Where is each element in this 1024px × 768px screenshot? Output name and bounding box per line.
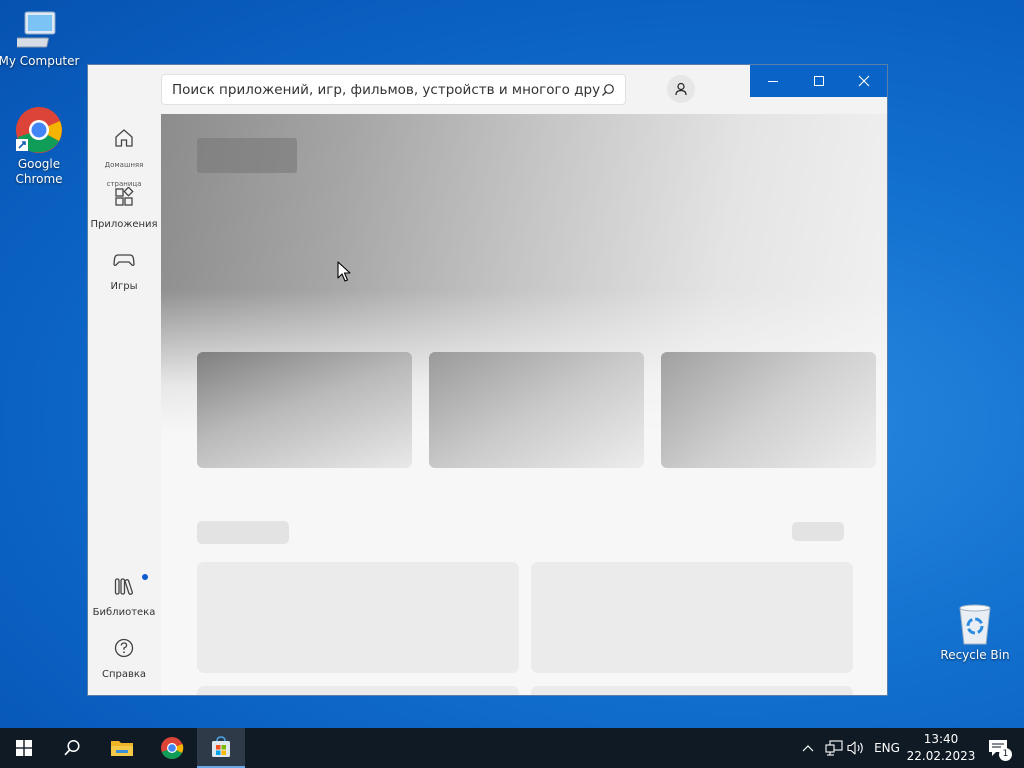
- nav-item-library[interactable]: Библиотека: [88, 574, 160, 619]
- taskbar: ENG 13:40 22.02.2023 1: [0, 728, 1024, 768]
- apps-icon: [115, 187, 134, 206]
- help-icon: [114, 638, 134, 658]
- close-button[interactable]: [841, 65, 887, 97]
- app-tile-placeholder: [531, 686, 853, 695]
- search-icon[interactable]: [601, 83, 615, 97]
- network-button[interactable]: [824, 728, 844, 768]
- hero-title-placeholder: [197, 138, 297, 173]
- user-icon: [675, 82, 687, 96]
- show-hidden-icons-button[interactable]: [799, 728, 817, 768]
- app-tile-placeholder: [531, 562, 853, 673]
- recycle-bin-icon: [959, 604, 991, 645]
- minimize-button[interactable]: [750, 65, 796, 97]
- desktop-icon-recycle-bin[interactable]: Recycle Bin: [933, 602, 1017, 663]
- store-content-loading: [161, 114, 887, 695]
- speaker-icon: [847, 741, 863, 755]
- update-indicator-dot: [142, 574, 148, 580]
- microsoft-store-icon: [212, 736, 230, 757]
- close-icon: [858, 75, 870, 87]
- desktop-icon-label: Google Chrome: [15, 157, 63, 186]
- nav-item-label: Домашняя страница: [104, 161, 144, 188]
- account-button[interactable]: [667, 75, 695, 103]
- desktop-icon-google-chrome[interactable]: Google Chrome: [0, 105, 81, 187]
- network-icon: [825, 740, 843, 756]
- featured-card-placeholder: [197, 352, 412, 468]
- clock[interactable]: 13:40 22.02.2023: [904, 728, 978, 768]
- clock-date: 22.02.2023: [906, 749, 976, 763]
- nav-item-help[interactable]: Справка: [88, 637, 160, 681]
- minimize-icon: [767, 81, 778, 82]
- app-tile-placeholder: [197, 686, 519, 695]
- taskbar-search-button[interactable]: [48, 728, 96, 768]
- computer-icon: [17, 11, 56, 48]
- desktop-icon-label: My Computer: [0, 54, 80, 68]
- app-tile-placeholder: [197, 562, 519, 673]
- microsoft-store-window: Поиск приложений, игр, фильмов, устройст…: [87, 64, 888, 696]
- window-controls: [750, 65, 887, 97]
- nav-item-label: Приложения: [90, 219, 158, 230]
- clock-time: 13:40: [923, 732, 959, 746]
- gamepad-icon: [113, 254, 135, 266]
- nav-item-label: Справка: [101, 669, 147, 680]
- volume-button[interactable]: [846, 728, 866, 768]
- chevron-up-icon: [802, 745, 814, 752]
- chrome-icon: [16, 107, 62, 153]
- maximize-icon: [813, 76, 824, 86]
- nav-item-games[interactable]: Игры: [88, 249, 160, 293]
- nav-item-label: Игры: [110, 281, 138, 292]
- nav-item-home[interactable]: Домашняя страница: [88, 127, 160, 190]
- taskbar-microsoft-store[interactable]: [197, 728, 245, 768]
- nav-item-label: Библиотека: [92, 607, 156, 618]
- mouse-cursor-icon: [337, 261, 351, 282]
- desktop-icon-my-computer[interactable]: My Computer: [0, 8, 81, 69]
- featured-card-placeholder: [661, 352, 876, 468]
- search-icon: [64, 739, 80, 756]
- maximize-button[interactable]: [796, 65, 842, 97]
- nav-item-apps[interactable]: Приложения: [88, 187, 160, 231]
- search-input[interactable]: Поиск приложений, игр, фильмов, устройст…: [161, 74, 626, 105]
- taskbar-chrome[interactable]: [148, 728, 196, 768]
- library-icon: [114, 578, 133, 595]
- folder-icon: [111, 741, 133, 756]
- notification-count-badge: 1: [999, 748, 1012, 761]
- taskbar-file-explorer[interactable]: [98, 728, 146, 768]
- section-title-placeholder: [197, 521, 289, 544]
- action-center-button[interactable]: 1: [980, 728, 1016, 768]
- start-button[interactable]: [0, 728, 48, 768]
- search-placeholder: Поиск приложений, игр, фильмов, устройст…: [172, 81, 601, 98]
- windows-logo-icon: [16, 740, 32, 756]
- home-icon: [115, 129, 133, 147]
- input-language-indicator[interactable]: ENG: [872, 728, 902, 768]
- chrome-icon: [161, 737, 184, 760]
- desktop-icon-label: Recycle Bin: [940, 648, 1010, 662]
- featured-card-placeholder: [429, 352, 644, 468]
- see-all-placeholder: [792, 522, 844, 541]
